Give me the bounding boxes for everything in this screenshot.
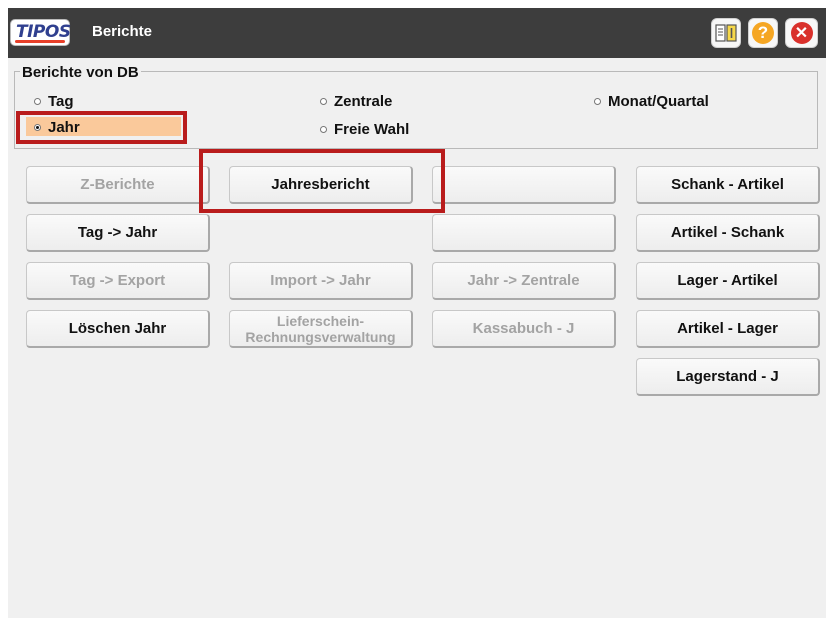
window-title: Berichte bbox=[92, 23, 153, 40]
help-button[interactable]: ? bbox=[748, 18, 778, 48]
close-button[interactable]: ✕ bbox=[785, 18, 818, 48]
z-berichte-button[interactable]: Z-Berichte bbox=[26, 166, 210, 204]
radio-button-icon bbox=[320, 126, 327, 133]
import-jahr-button[interactable]: Import -> Jahr bbox=[229, 262, 413, 300]
schank-artikel-button[interactable]: Schank - Artikel bbox=[636, 166, 820, 204]
title-bar: TIPOS Berichte ? ✕ bbox=[8, 8, 826, 58]
button-label-line: Rechnungsverwaltung bbox=[245, 328, 396, 345]
tipos-logo: TIPOS bbox=[10, 19, 71, 46]
annotation-box-jahr bbox=[16, 111, 187, 144]
logo-text: TIPOS bbox=[16, 22, 71, 42]
radio-button-icon bbox=[594, 98, 601, 105]
radio-label: Freie Wahl bbox=[334, 121, 410, 138]
radio-label: Monat/Quartal bbox=[608, 93, 709, 110]
radio-button-icon bbox=[34, 98, 41, 105]
annotation-box-jahresbericht bbox=[199, 149, 445, 213]
jahr-zentrale-button[interactable]: Jahr -> Zentrale bbox=[432, 262, 616, 300]
radio-label: Zentrale bbox=[334, 93, 393, 110]
lager-artikel-button[interactable]: Lager - Artikel bbox=[636, 262, 820, 300]
radio-tag[interactable]: Tag bbox=[34, 93, 74, 110]
close-icon: ✕ bbox=[790, 22, 813, 44]
radio-monat-quartal[interactable]: Monat/Quartal bbox=[594, 93, 709, 110]
help-icon: ? bbox=[752, 22, 774, 44]
logo-swoosh bbox=[15, 40, 65, 43]
lagerstand-button[interactable]: Lagerstand - J bbox=[636, 358, 820, 396]
radio-label: Tag bbox=[48, 93, 74, 110]
tag-export-button[interactable]: Tag -> Export bbox=[26, 262, 210, 300]
radio-freie-wahl[interactable]: Freie Wahl bbox=[320, 121, 409, 138]
radio-button-icon bbox=[320, 98, 327, 105]
radio-zentrale[interactable]: Zentrale bbox=[320, 93, 392, 110]
blank-button[interactable] bbox=[432, 166, 616, 204]
blank-button[interactable] bbox=[432, 214, 616, 252]
artikel-schank-button[interactable]: Artikel - Schank bbox=[636, 214, 820, 252]
kassabuch-button[interactable]: Kassabuch - J bbox=[432, 310, 616, 348]
tag-jahr-button[interactable]: Tag -> Jahr bbox=[26, 214, 210, 252]
manual-button[interactable] bbox=[711, 18, 741, 48]
report-source-legend: Berichte von DB bbox=[20, 64, 141, 81]
lieferschein-rechnungsverwaltung-button[interactable]: Lieferschein- Rechnungsverwaltung bbox=[229, 310, 413, 348]
manual-book-icon bbox=[715, 24, 737, 42]
loeschen-jahr-button[interactable]: Löschen Jahr bbox=[26, 310, 210, 348]
button-label-line: Lieferschein- bbox=[276, 312, 365, 329]
artikel-lager-button[interactable]: Artikel - Lager bbox=[636, 310, 820, 348]
